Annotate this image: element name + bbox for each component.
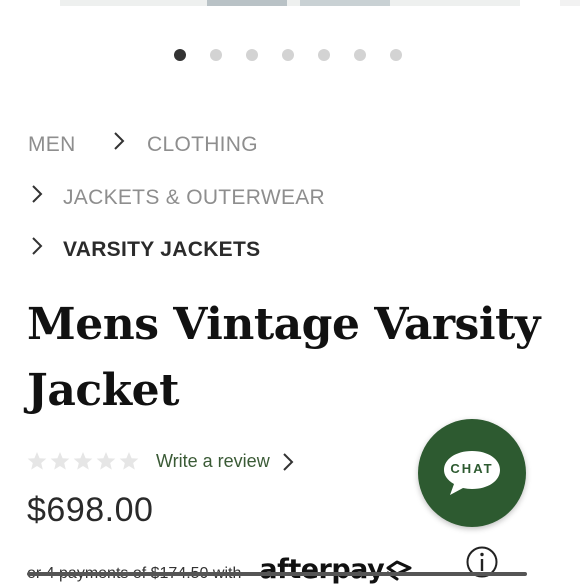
afterpay-logo-text: afterpay <box>259 554 385 585</box>
star-rating <box>27 451 139 471</box>
breadcrumb-men[interactable]: MEN <box>28 133 76 157</box>
product-title-line1: Mens Vintage Varsity <box>27 299 540 350</box>
chevron-right-icon <box>30 235 44 262</box>
bottom-scroll-indicator <box>27 572 527 576</box>
breadcrumb-jackets-outerwear[interactable]: JACKETS & OUTERWEAR <box>63 186 325 210</box>
star-icon <box>50 452 70 470</box>
carousel-dot-6[interactable] <box>354 49 366 61</box>
write-review-label: Write a review <box>156 451 270 471</box>
product-title: Mens Vintage Varsity Jacket <box>27 292 547 424</box>
product-image-strip <box>60 0 520 6</box>
carousel-dot-3[interactable] <box>246 49 258 61</box>
product-image-fragment <box>207 0 287 6</box>
product-price: $698.00 <box>27 491 154 529</box>
carousel-dot-1[interactable] <box>174 49 186 61</box>
chat-button[interactable]: CHAT <box>418 419 526 527</box>
afterpay-logo: afterpay <box>259 554 414 585</box>
breadcrumb-clothing[interactable]: CLOTHING <box>147 133 258 157</box>
carousel-dot-4[interactable] <box>282 49 294 61</box>
afterpay-installments: or 4 payments of $174.50 with afterpay <box>27 554 414 585</box>
carousel-dot-5[interactable] <box>318 49 330 61</box>
write-review-link[interactable]: Write a review <box>156 451 294 472</box>
chevron-right-icon <box>282 452 294 471</box>
product-title-line2: Jacket <box>27 365 179 416</box>
chat-label: CHAT <box>450 461 494 476</box>
star-icon <box>73 452 93 470</box>
next-image-peek <box>560 0 580 6</box>
star-icon <box>119 452 139 470</box>
breadcrumb-varsity-jackets: VARSITY JACKETS <box>63 238 261 261</box>
chevron-right-icon <box>112 130 126 157</box>
product-image-fragment <box>300 0 390 6</box>
star-icon <box>27 452 47 470</box>
carousel-dot-2[interactable] <box>210 49 222 61</box>
chevron-right-icon <box>30 183 44 210</box>
afterpay-arrows-icon <box>386 560 412 580</box>
carousel-dots <box>174 49 402 61</box>
carousel-dot-7[interactable] <box>390 49 402 61</box>
star-icon <box>96 452 116 470</box>
